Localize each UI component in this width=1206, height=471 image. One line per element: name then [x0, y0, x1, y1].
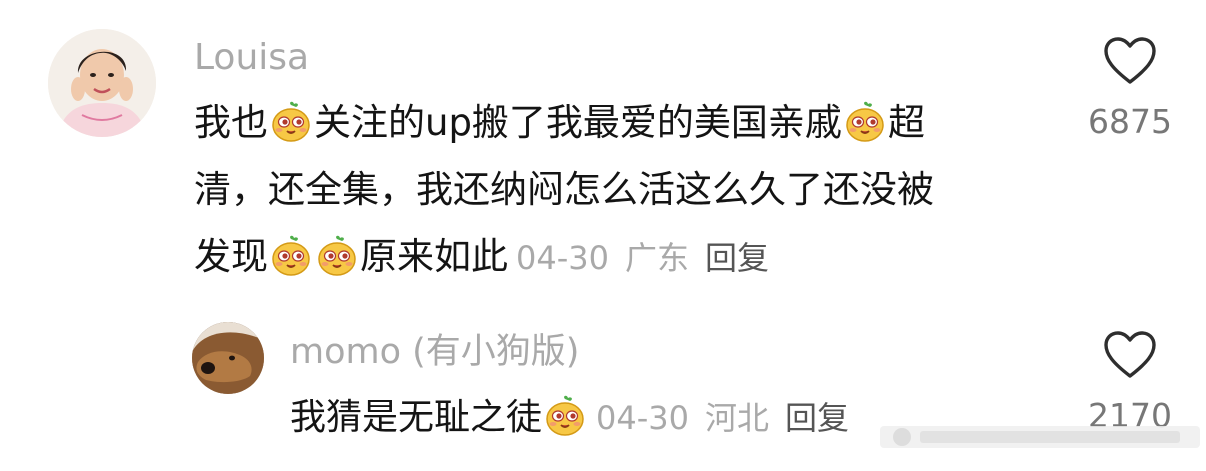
comment-text-line-3: 发现 原来如此 04-30 广东 回复	[194, 234, 769, 281]
comment-text-line-1: 我猜是无耻之徒 04-30 河北 回复	[290, 395, 849, 441]
comment-meta: 04-30 河北 回复	[596, 399, 849, 437]
smug-sprout-emoji-icon	[844, 101, 886, 143]
smug-sprout-emoji-icon	[270, 101, 312, 143]
comment-meta: 04-30 广东 回复	[516, 239, 769, 277]
username[interactable]: momo (有小狗版)	[290, 330, 579, 374]
comment-date: 04-30	[516, 239, 609, 277]
comment-text-segment: 关注的up搬了我最爱的美国亲戚	[314, 101, 842, 144]
avatar[interactable]	[192, 322, 264, 394]
heart-outline-icon[interactable]	[1103, 36, 1157, 86]
comment-text-segment: 我也	[194, 101, 268, 144]
smug-sprout-emoji-icon	[544, 395, 586, 437]
watermark	[880, 426, 1200, 448]
avatar[interactable]	[48, 29, 156, 137]
comment-location: 河北	[705, 399, 770, 437]
comment-date: 04-30	[596, 399, 689, 437]
comment-text-line-1: 我也 关注的up搬了我最爱的美国亲戚 超	[194, 100, 925, 146]
username[interactable]: Louisa	[194, 36, 309, 80]
comment-text-segment: 我猜是无耻之徒	[290, 397, 543, 438]
heart-outline-icon[interactable]	[1103, 330, 1157, 380]
comment-text-segment: 超	[887, 101, 925, 144]
smug-sprout-emoji-icon	[316, 235, 358, 277]
comment-text-segment: 发现	[194, 235, 268, 278]
comment-location: 广东	[624, 239, 689, 277]
comment-text-line-2: 清，还全集，我还纳闷怎么活这么久了还没被	[194, 168, 934, 211]
reply-button[interactable]: 回复	[705, 239, 769, 277]
reply-button[interactable]: 回复	[785, 399, 849, 437]
smug-sprout-emoji-icon	[270, 235, 312, 277]
comment-text-segment: 原来如此	[360, 235, 508, 278]
like-count: 6875	[1088, 102, 1172, 141]
